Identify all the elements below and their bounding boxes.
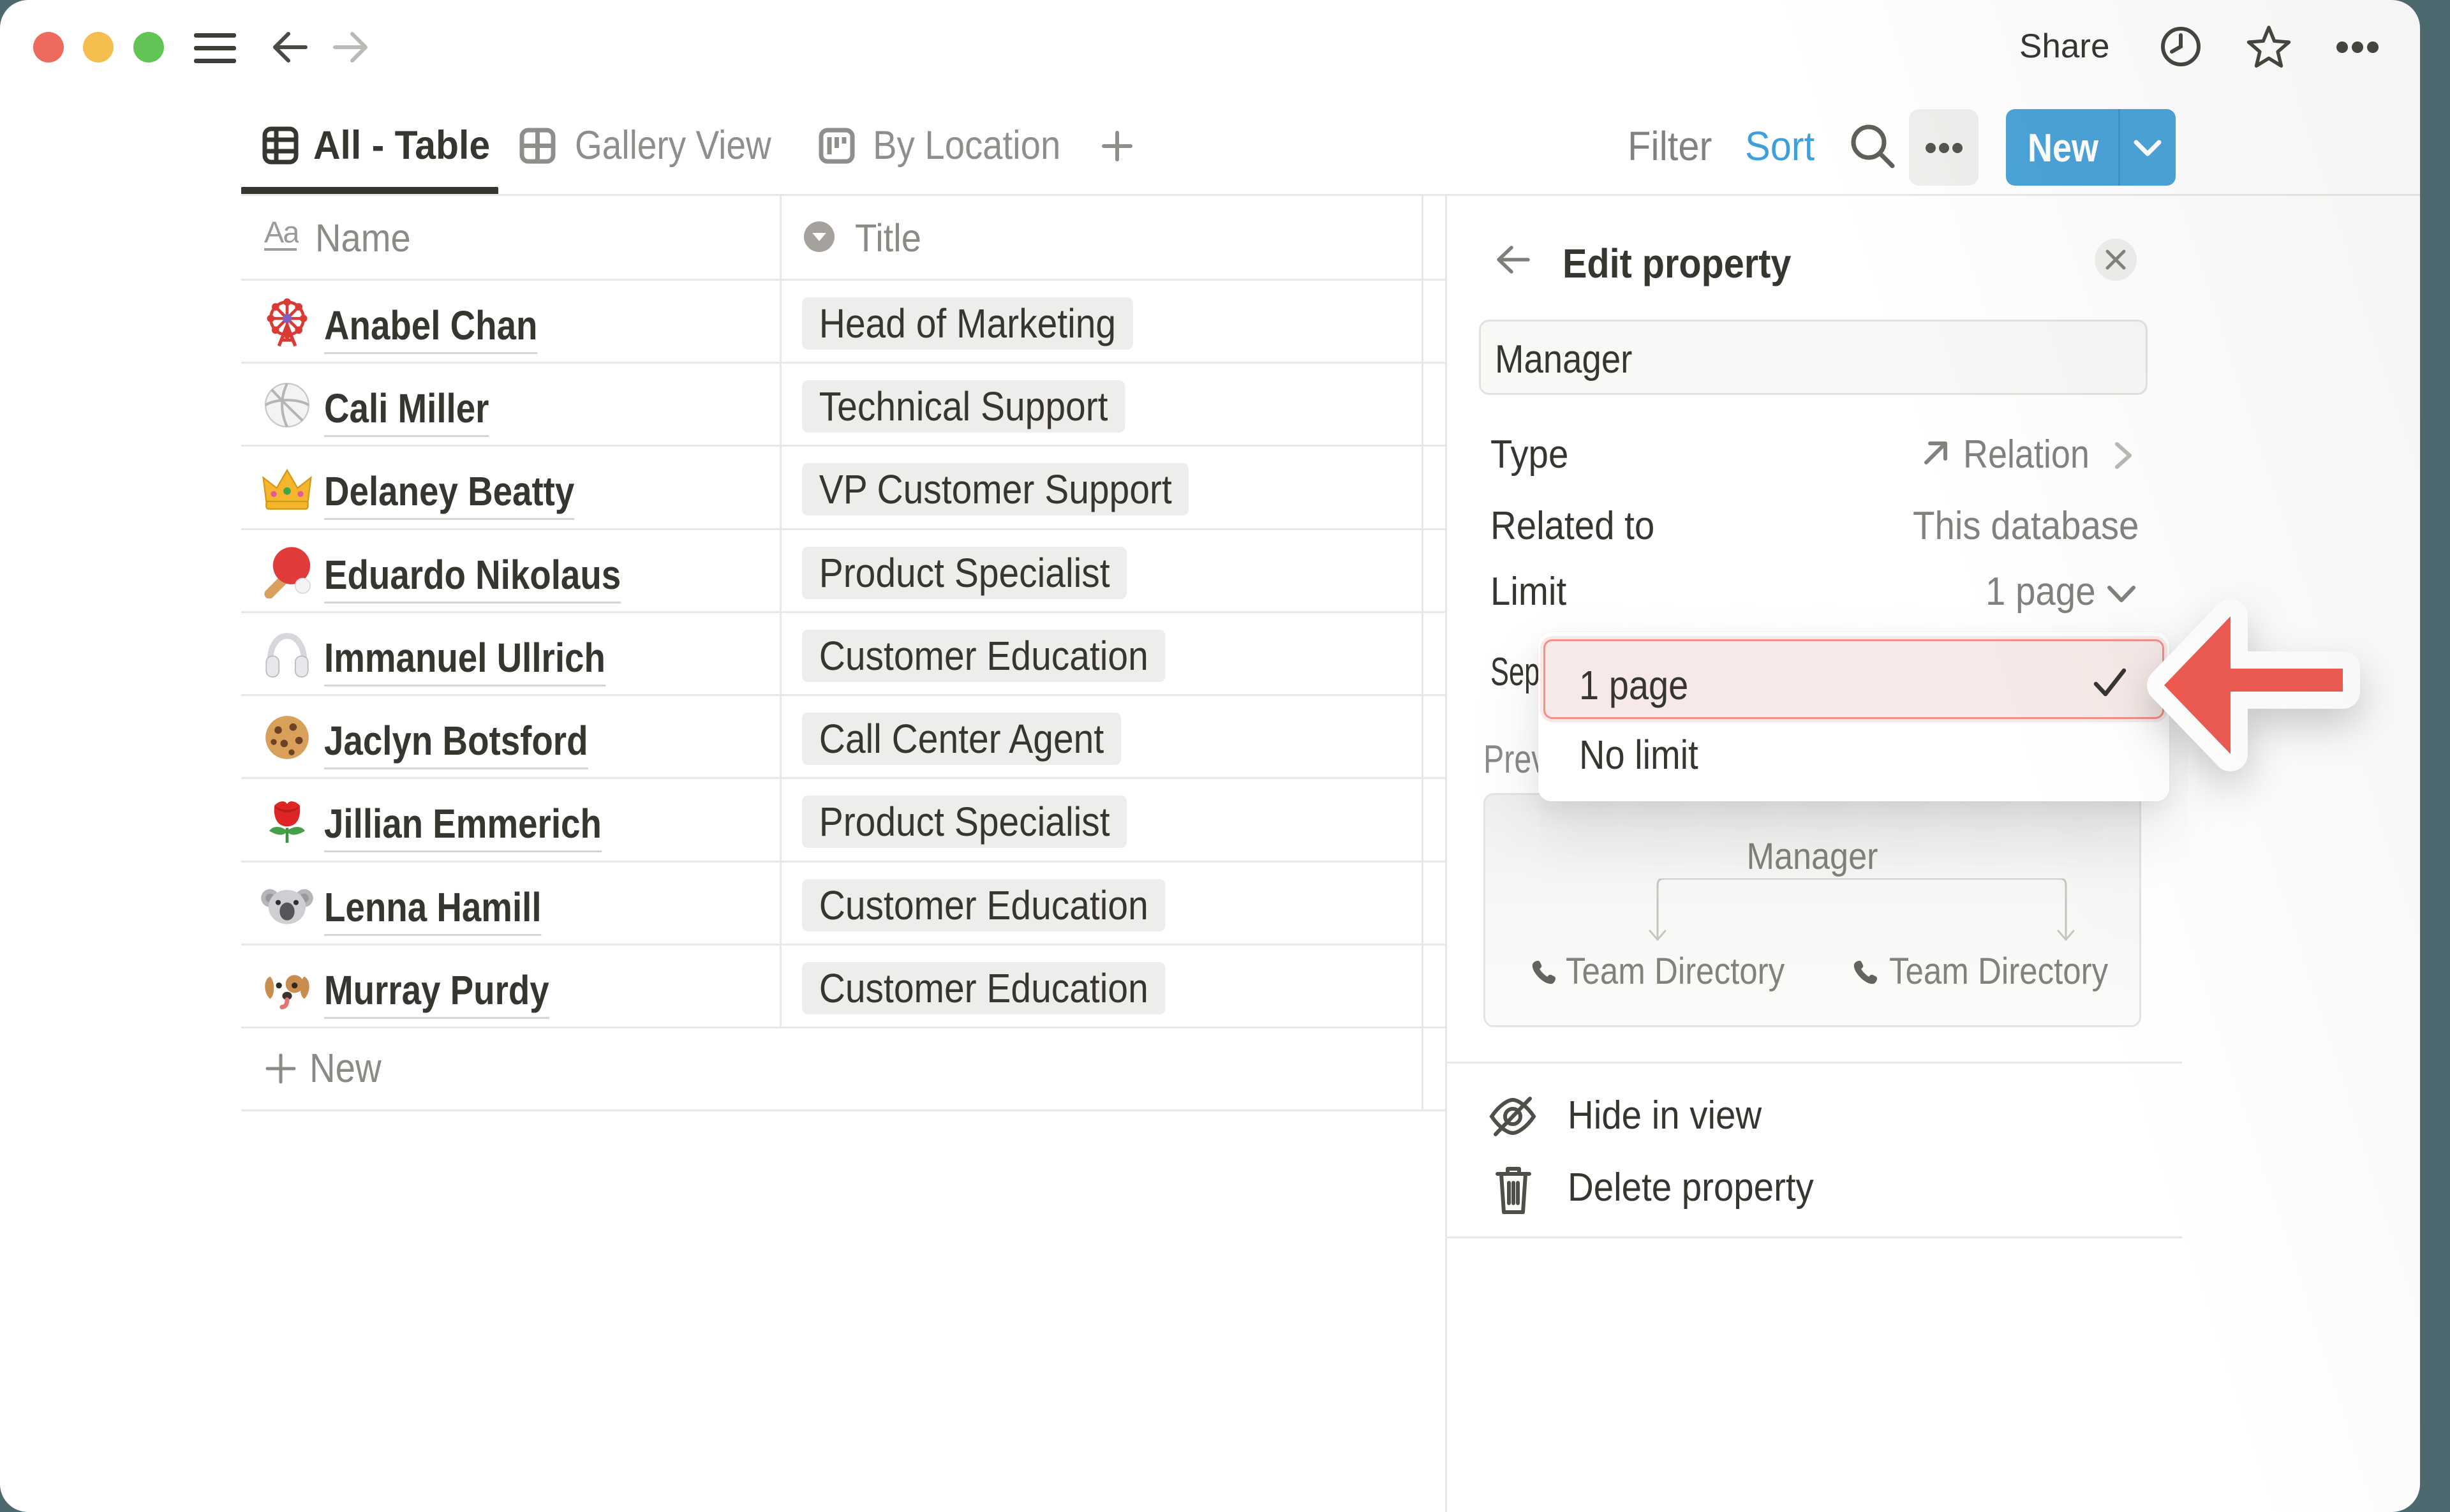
svg-text:Aa: Aa [264, 217, 299, 249]
